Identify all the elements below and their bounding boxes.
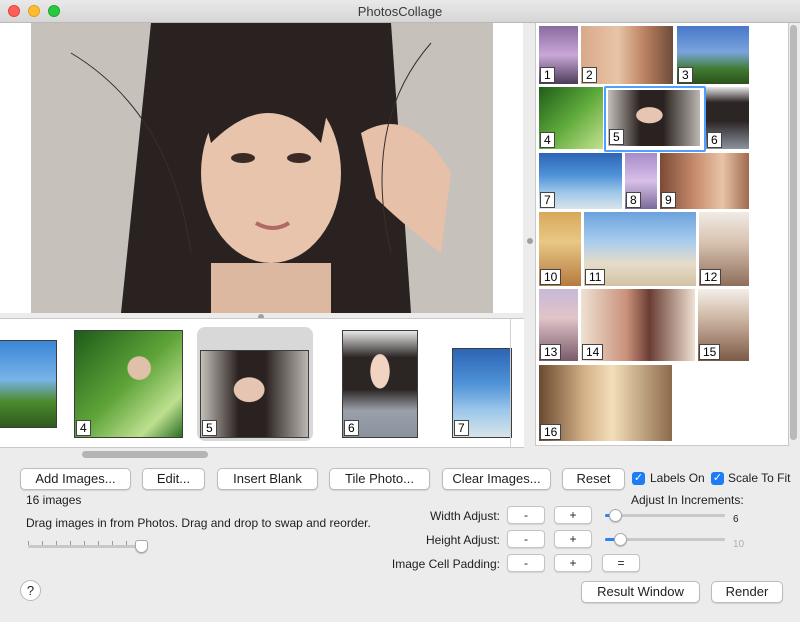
strip-divider: [510, 319, 511, 447]
strip-thumb-label: 4: [76, 420, 91, 436]
edit-button[interactable]: Edit...: [142, 468, 205, 490]
tile-photo-button[interactable]: Tile Photo...: [329, 468, 430, 490]
width-adjust-label: Width Adjust:: [429, 509, 500, 523]
grid-cell-label: 1: [540, 67, 555, 83]
grid-cell-label: 14: [582, 344, 604, 360]
window-title: PhotosCollage: [357, 4, 443, 19]
grid-cell-label: 9: [661, 192, 676, 208]
thumbnail-size-slider-knob[interactable]: [135, 540, 148, 553]
padding-decrease-button[interactable]: -: [507, 554, 545, 572]
insert-blank-button[interactable]: Insert Blank: [217, 468, 318, 490]
grid-cell-label: 16: [540, 424, 562, 440]
grid-cell[interactable]: 13: [539, 289, 578, 361]
collage-grid[interactable]: 1 2 3 4 5 6 7 8 9 10 11 12 13 14 15 16: [535, 23, 789, 446]
image-count: 16 images: [26, 493, 82, 507]
grid-cell-label: 5: [609, 129, 624, 145]
strip-thumb[interactable]: 6: [343, 331, 417, 437]
grid-cell-label: 3: [678, 67, 693, 83]
height-increment-knob[interactable]: [614, 533, 627, 546]
strip-thumb-label: 7: [454, 420, 469, 436]
grid-cell-label: 13: [540, 344, 562, 360]
thumbnail-size-slider[interactable]: [28, 545, 142, 548]
grid-cell[interactable]: 2: [581, 26, 673, 84]
grid-cell[interactable]: 10: [539, 212, 581, 286]
grid-cell-label: 4: [540, 132, 555, 148]
title-bar: PhotosCollage: [0, 0, 800, 23]
strip-thumb[interactable]: 7: [453, 349, 511, 437]
strip-thumb-partial[interactable]: [0, 341, 56, 427]
grid-cell-label: 2: [582, 67, 597, 83]
grid-cell[interactable]: 9: [660, 153, 749, 209]
drag-hint: Drag images in from Photos. Drag and dro…: [26, 516, 371, 530]
scale-to-fit-label: Scale To Fit: [728, 471, 791, 485]
slider-tick: [126, 541, 127, 545]
grid-cell-label: 12: [700, 269, 722, 285]
grid-cell[interactable]: 14: [581, 289, 695, 361]
strip-thumb[interactable]: 4: [75, 331, 182, 437]
grid-cell-label: 7: [540, 192, 555, 208]
cell-padding-label: Image Cell Padding:: [391, 557, 500, 571]
render-button[interactable]: Render: [711, 581, 783, 603]
width-increment-slider[interactable]: [605, 514, 725, 517]
grid-cell[interactable]: 4: [539, 87, 603, 149]
grid-cell-label: 8: [626, 192, 641, 208]
grid-cell-selected[interactable]: 5: [608, 90, 700, 146]
width-increase-button[interactable]: +: [554, 506, 592, 524]
preview-pane: [0, 23, 523, 313]
clear-images-button[interactable]: Clear Images...: [442, 468, 551, 490]
split-handle-vertical[interactable]: [527, 238, 533, 244]
reset-button[interactable]: Reset: [562, 468, 625, 490]
labels-on-label: Labels On: [650, 471, 705, 485]
add-images-button[interactable]: Add Images...: [20, 468, 131, 490]
scale-to-fit-checkbox[interactable]: ✓: [711, 472, 724, 485]
width-increment-knob[interactable]: [609, 509, 622, 522]
grid-cell[interactable]: 6: [706, 87, 749, 149]
strip-thumb-selected[interactable]: 5: [201, 351, 308, 437]
grid-cell-label: 10: [540, 269, 562, 285]
height-decrease-button[interactable]: -: [507, 530, 545, 548]
slider-tick: [84, 541, 85, 545]
strip-thumb-label: 5: [202, 420, 217, 436]
grid-cell[interactable]: 7: [539, 153, 622, 209]
grid-cell[interactable]: 16: [539, 365, 672, 441]
result-window-button[interactable]: Result Window: [581, 581, 700, 603]
labels-on-checkbox[interactable]: ✓: [632, 472, 645, 485]
grid-cell[interactable]: 15: [698, 289, 749, 361]
slider-tick: [42, 541, 43, 545]
slider-tick: [98, 541, 99, 545]
preview-photo: [31, 23, 493, 313]
height-increase-button[interactable]: +: [554, 530, 592, 548]
slider-tick: [28, 541, 29, 545]
grid-cell[interactable]: 12: [699, 212, 749, 286]
strip-thumb-label: 6: [344, 420, 359, 436]
height-increment-value: 10: [733, 539, 745, 550]
slider-tick: [56, 541, 57, 545]
slider-tick: [70, 541, 71, 545]
grid-cell[interactable]: 8: [625, 153, 657, 209]
thumbnail-strip[interactable]: 4 5 6 7: [0, 318, 524, 448]
strip-scrollbar[interactable]: [82, 451, 208, 458]
slider-tick: [112, 541, 113, 545]
grid-cell-label: 11: [585, 269, 606, 285]
width-increment-value: 6: [733, 514, 739, 525]
grid-cell[interactable]: 1: [539, 26, 578, 84]
adjust-increments-title: Adjust In Increments:: [631, 493, 744, 507]
grid-cell-label: 15: [699, 344, 721, 360]
help-button[interactable]: ?: [20, 580, 41, 601]
grid-scrollbar[interactable]: [790, 25, 797, 440]
grid-cell[interactable]: 3: [677, 26, 749, 84]
grid-cell-label: 6: [707, 132, 722, 148]
padding-equalize-button[interactable]: =: [602, 554, 640, 572]
padding-increase-button[interactable]: +: [554, 554, 592, 572]
width-decrease-button[interactable]: -: [507, 506, 545, 524]
grid-cell[interactable]: 11: [584, 212, 696, 286]
height-adjust-label: Height Adjust:: [425, 533, 500, 547]
